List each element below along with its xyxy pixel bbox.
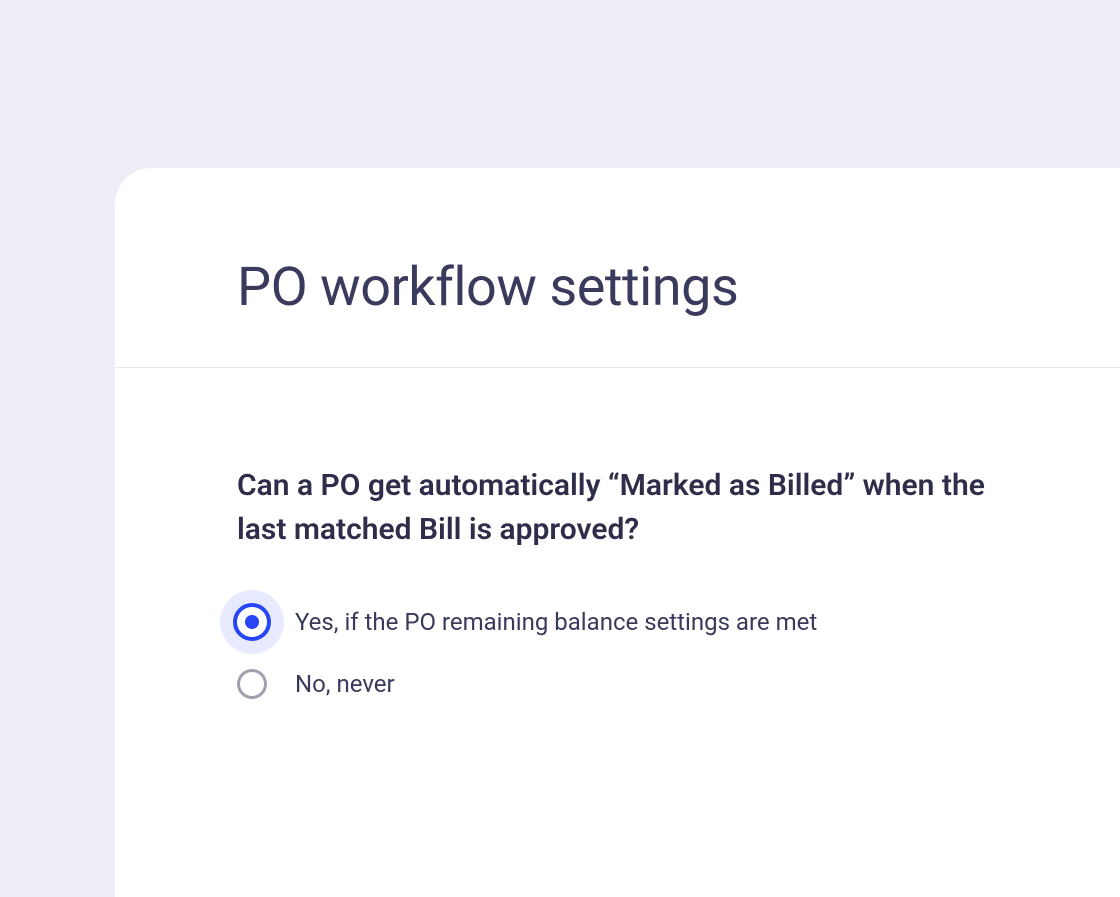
settings-panel: PO workflow settings Can a PO get automa… xyxy=(115,168,1120,897)
radio-group: Yes, if the PO remaining balance setting… xyxy=(237,607,1020,699)
radio-label: Yes, if the PO remaining balance setting… xyxy=(295,608,817,636)
radio-option-no[interactable]: No, never xyxy=(237,669,1020,699)
radio-label: No, never xyxy=(295,670,395,698)
radio-option-yes[interactable]: Yes, if the PO remaining balance setting… xyxy=(237,607,1020,637)
radio-indicator-selected-icon xyxy=(237,607,267,637)
question-label: Can a PO get automatically “Marked as Bi… xyxy=(237,464,997,551)
form-section: Can a PO get automatically “Marked as Bi… xyxy=(115,368,1120,699)
radio-indicator-unselected-icon xyxy=(237,669,267,699)
panel-title: PO workflow settings xyxy=(115,168,1120,367)
